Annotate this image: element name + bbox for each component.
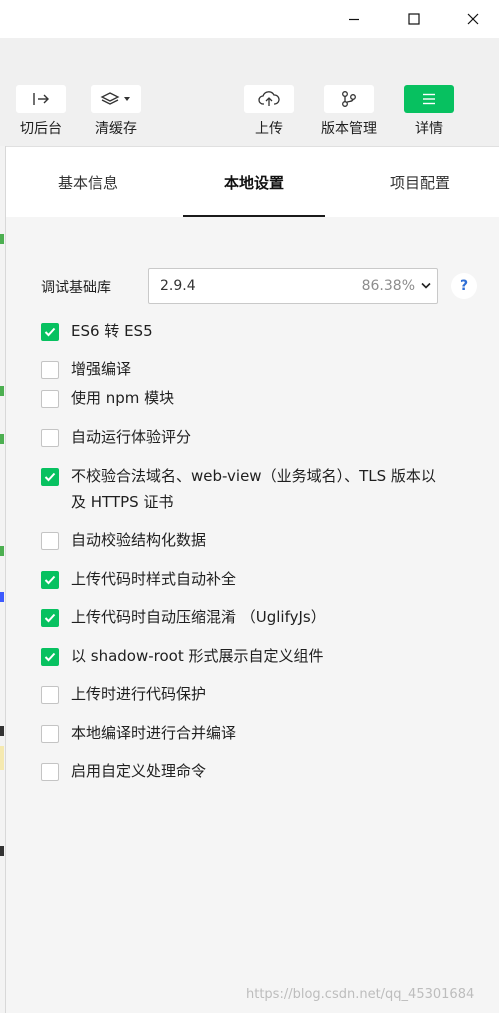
option-checkbox[interactable]	[41, 609, 59, 627]
menu-icon	[423, 93, 435, 105]
option-row[interactable]: 使用 npm 模块	[41, 389, 481, 411]
watermark: https://blog.csdn.net/qq_45301684	[246, 987, 475, 1002]
tab-bar: 基本信息 本地设置 项目配置	[6, 147, 499, 217]
check-icon	[44, 575, 56, 585]
upload-label: 上传	[255, 121, 283, 137]
option-label: ES6 转 ES5	[71, 322, 153, 340]
editor-mark	[0, 434, 4, 444]
switch-background-icon-box	[16, 85, 66, 113]
clear-cache-label: 清缓存	[95, 121, 137, 137]
option-checkbox[interactable]	[41, 429, 59, 447]
active-tab-indicator	[183, 215, 325, 217]
check-icon	[44, 327, 56, 337]
base-library-row: 调试基础库 2.9.4 86.38% ?	[41, 268, 481, 304]
version-control-icon-box	[324, 85, 374, 113]
base-library-percent: 86.38%	[361, 278, 415, 294]
option-checkbox[interactable]	[41, 532, 59, 550]
base-library-version: 2.9.4	[160, 278, 196, 294]
option-row[interactable]: ES6 转 ES5	[41, 322, 481, 344]
switch-background-button[interactable]: 切后台	[11, 85, 71, 138]
branch-icon	[342, 91, 356, 107]
editor-mark	[0, 746, 4, 770]
option-row[interactable]: 上传代码时自动压缩混淆 （UglifyJs）	[41, 608, 481, 630]
option-label: 自动运行体验评分	[71, 428, 192, 446]
cloud-upload-icon	[258, 91, 280, 106]
editor-mark	[0, 592, 4, 602]
editor-mark	[0, 234, 4, 244]
option-label: 以 shadow-root 形式展示自定义组件	[71, 647, 324, 665]
option-checkbox[interactable]	[41, 361, 59, 379]
option-row[interactable]: 上传代码时样式自动补全	[41, 570, 481, 592]
check-icon	[44, 652, 56, 662]
exit-arrow-icon	[33, 93, 49, 105]
option-row[interactable]: 自动运行体验评分	[41, 428, 481, 450]
option-row[interactable]: 不校验合法域名、web-view（业务域名）、TLS 版本以及 HTTPS 证书	[41, 467, 481, 515]
option-checkbox[interactable]	[41, 323, 59, 341]
option-label: 上传时进行代码保护	[71, 685, 207, 703]
minimize-icon	[349, 18, 359, 21]
close-icon	[467, 13, 479, 25]
title-bar	[0, 0, 499, 38]
chevron-down-icon	[124, 97, 130, 101]
option-checkbox[interactable]	[41, 686, 59, 704]
maximize-icon	[408, 13, 420, 25]
option-checkbox[interactable]	[41, 725, 59, 743]
clear-cache-button[interactable]: 清缓存	[86, 85, 146, 138]
details-button[interactable]: 详情	[399, 85, 459, 138]
maximize-button[interactable]	[391, 0, 437, 38]
close-button[interactable]	[450, 0, 496, 38]
option-row[interactable]: 自动校验结构化数据	[41, 531, 481, 553]
editor-mark	[0, 726, 4, 736]
version-control-button[interactable]: 版本管理	[319, 85, 379, 138]
option-row[interactable]: 本地编译时进行合并编译	[41, 724, 481, 746]
switch-background-label: 切后台	[20, 121, 62, 137]
option-row[interactable]: 以 shadow-root 形式展示自定义组件	[41, 647, 481, 669]
version-control-label: 版本管理	[321, 121, 377, 137]
option-checkbox[interactable]	[41, 468, 59, 486]
minimize-button[interactable]	[331, 0, 377, 38]
option-label: 启用自定义处理命令	[71, 762, 207, 780]
option-label: 上传代码时样式自动补全	[71, 570, 237, 588]
editor-mark	[0, 546, 4, 556]
toolbar: 切后台 清缓存 上传 版本管理 详情	[0, 38, 499, 146]
help-icon[interactable]: ?	[451, 273, 477, 299]
option-label: 增强编译	[71, 360, 132, 378]
upload-icon-box	[244, 85, 294, 113]
option-label: 上传代码时自动压缩混淆 （UglifyJs）	[71, 608, 326, 626]
details-icon-box	[404, 85, 454, 113]
chevron-down-icon	[421, 282, 431, 289]
layers-icon	[100, 92, 130, 105]
upload-button[interactable]: 上传	[239, 85, 299, 138]
option-checkbox[interactable]	[41, 571, 59, 589]
base-library-label: 调试基础库	[41, 280, 111, 296]
option-label: 使用 npm 模块	[71, 389, 175, 407]
tab-basic-info[interactable]: 基本信息	[26, 147, 150, 217]
option-label: 不校验合法域名、web-view（业务域名）、TLS 版本以及 HTTPS 证书	[71, 467, 436, 511]
check-icon	[44, 613, 56, 623]
tab-project-config[interactable]: 项目配置	[358, 147, 482, 217]
check-icon	[44, 472, 56, 482]
option-checkbox[interactable]	[41, 390, 59, 408]
option-label: 自动校验结构化数据	[71, 531, 207, 549]
base-library-select[interactable]: 2.9.4 86.38%	[148, 268, 438, 304]
option-row[interactable]: 增强编译	[41, 360, 481, 382]
clear-cache-icon-box	[91, 85, 141, 113]
tab-local-settings[interactable]: 本地设置	[183, 147, 325, 217]
option-row[interactable]: 上传时进行代码保护	[41, 685, 481, 707]
option-checkbox[interactable]	[41, 763, 59, 781]
option-row[interactable]: 启用自定义处理命令	[41, 762, 481, 784]
editor-mark	[0, 386, 4, 396]
details-label: 详情	[415, 121, 443, 137]
editor-mark	[0, 846, 4, 856]
details-panel: 基本信息 本地设置 项目配置 调试基础库 2.9.4 86.38% ? ES6 …	[6, 146, 499, 1013]
option-checkbox[interactable]	[41, 648, 59, 666]
option-label: 本地编译时进行合并编译	[71, 724, 237, 742]
